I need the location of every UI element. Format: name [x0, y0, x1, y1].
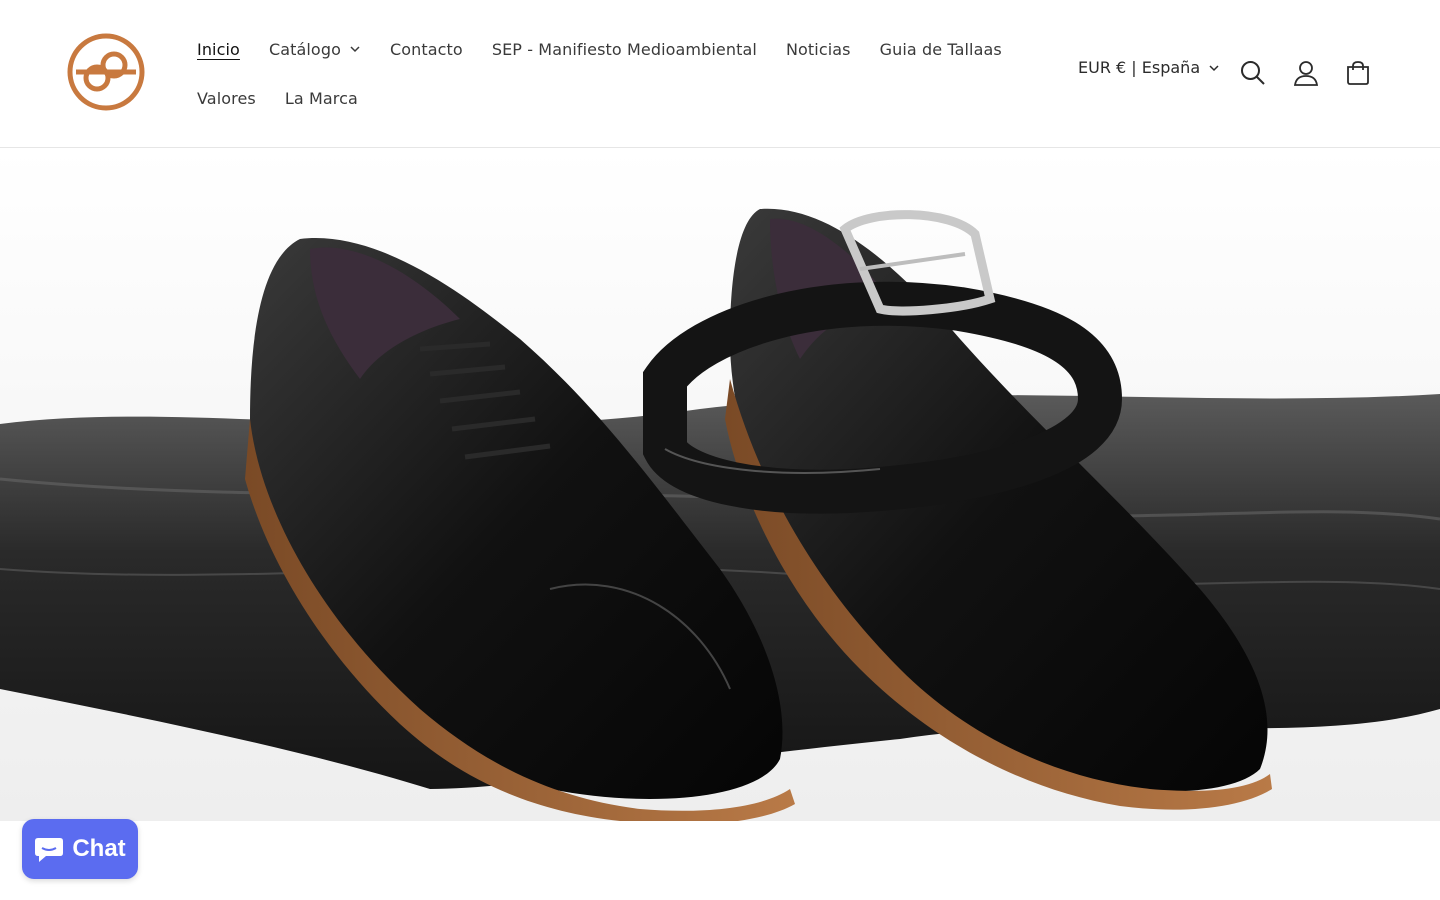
nav-item-label: Catálogo: [268, 39, 341, 59]
nav-item-label: La Marca: [284, 88, 358, 108]
search-icon[interactable]: [1238, 58, 1268, 88]
nav-item-label: Noticias: [785, 39, 851, 59]
chat-bubble-icon: [35, 838, 64, 862]
cart-icon[interactable]: [1343, 58, 1373, 88]
chat-button[interactable]: Chat: [22, 819, 138, 879]
brand-logo[interactable]: [64, 30, 148, 114]
nav-item-inicio[interactable]: Inicio: [197, 40, 240, 59]
nav-item-manifiesto[interactable]: SEP - Manifiesto Medioambiental: [492, 40, 757, 59]
chevron-down-icon: [350, 46, 360, 53]
chat-label: Chat: [72, 835, 126, 862]
locale-selector[interactable]: EUR € | España: [1078, 58, 1220, 77]
locale-label: EUR € | España: [1078, 58, 1201, 77]
nav-item-label: Guia de Tallaas: [879, 39, 1002, 59]
nav-item-label: Inicio: [197, 39, 240, 59]
nav-item-catalogo[interactable]: Catálogo: [269, 40, 361, 59]
nav-item-label: Contacto: [389, 39, 463, 59]
nav-item-label: SEP - Manifiesto Medioambiental: [491, 39, 757, 59]
nav-item-label: Valores: [197, 88, 256, 108]
site-header: Inicio Catálogo Contacto SEP - Manifiest…: [0, 0, 1440, 148]
nav-item-guia-tallas[interactable]: Guia de Tallaas: [880, 40, 1002, 59]
nav-item-contacto[interactable]: Contacto: [390, 40, 463, 59]
nav-item-la-marca[interactable]: La Marca: [285, 89, 358, 108]
chevron-down-icon: [1209, 64, 1219, 71]
main-navigation: Inicio Catálogo Contacto SEP - Manifiest…: [197, 28, 1002, 126]
account-icon[interactable]: [1291, 58, 1321, 88]
hero-banner[interactable]: [0, 149, 1440, 821]
nav-row-1: Inicio Catálogo Contacto SEP - Manifiest…: [197, 28, 1002, 70]
nav-row-2: Valores La Marca: [197, 77, 997, 119]
hero-image: [0, 208, 1440, 821]
nav-item-valores[interactable]: Valores: [197, 89, 256, 108]
nav-item-noticias[interactable]: Noticias: [786, 40, 851, 59]
